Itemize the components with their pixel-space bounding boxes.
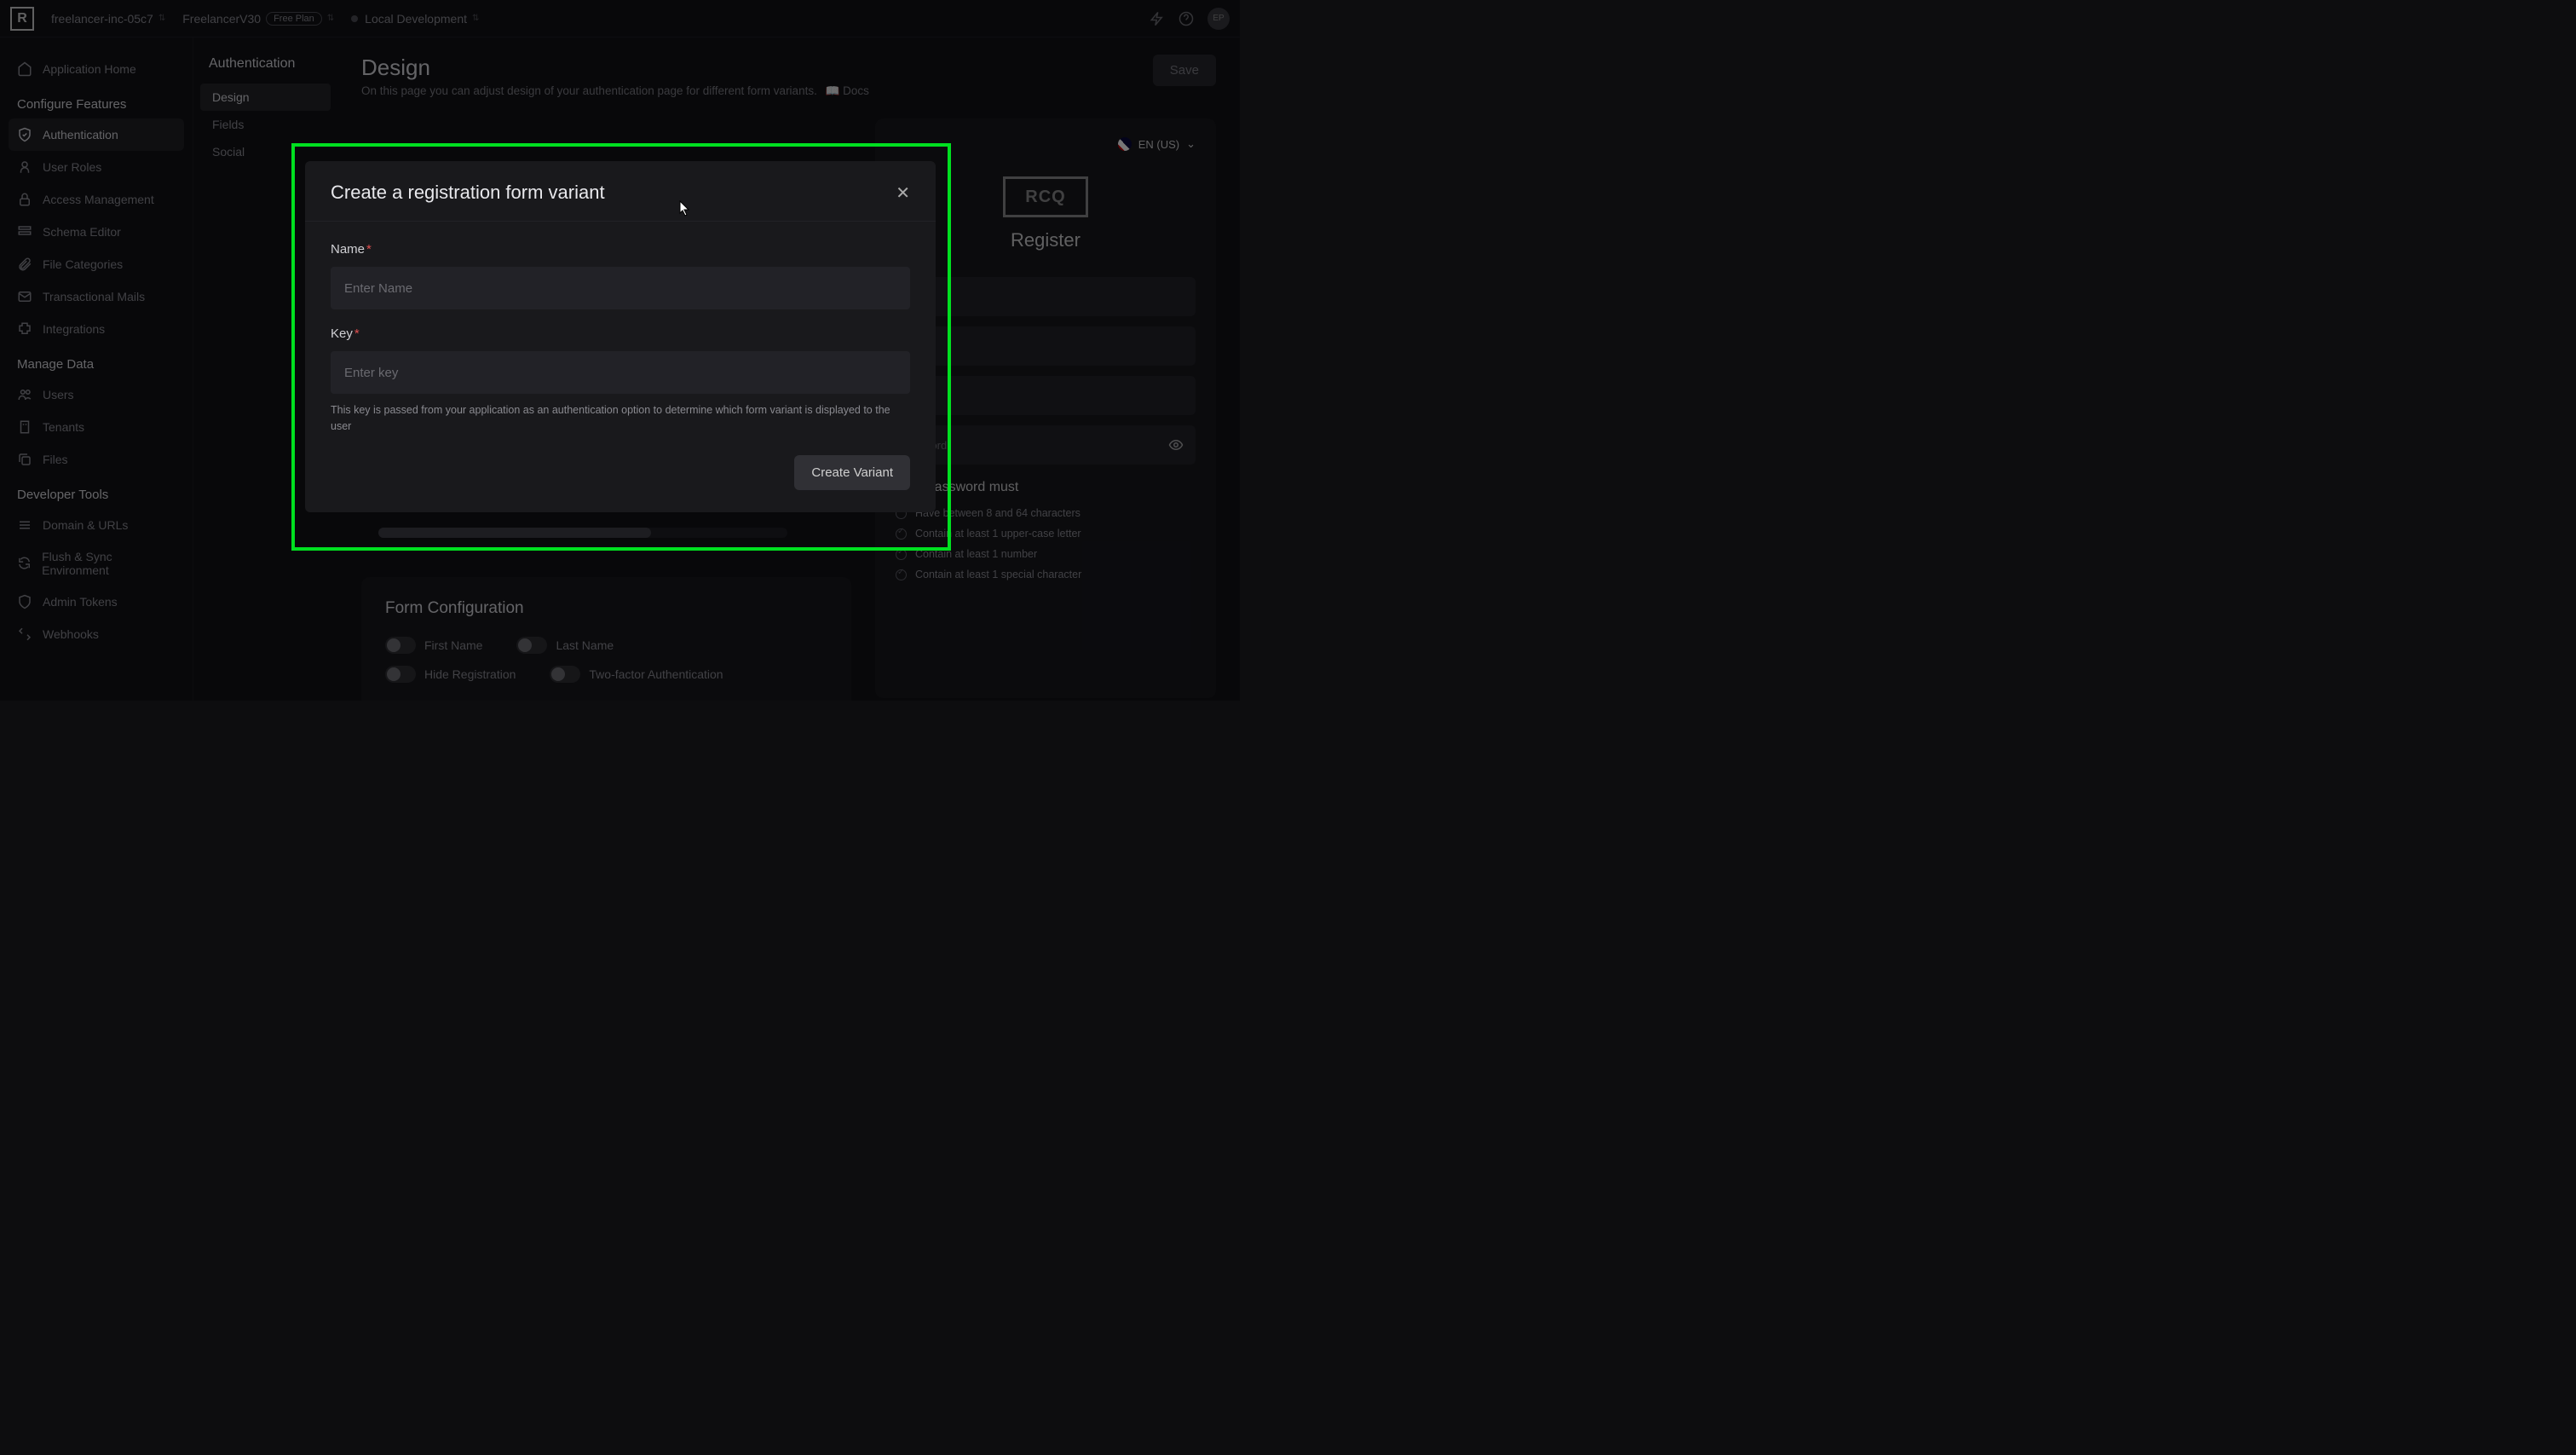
modal-title: Create a registration form variant (331, 182, 605, 204)
name-input[interactable] (331, 267, 910, 309)
close-icon[interactable]: ✕ (896, 182, 910, 204)
create-variant-button[interactable]: Create Variant (794, 455, 910, 490)
modal-overlay: Create a registration form variant ✕ Nam… (0, 0, 1240, 701)
key-label: Key* (331, 326, 910, 341)
name-label: Name* (331, 242, 910, 257)
key-input[interactable] (331, 351, 910, 394)
create-variant-modal: Create a registration form variant ✕ Nam… (305, 161, 936, 512)
key-helper-text: This key is passed from your application… (331, 402, 910, 435)
